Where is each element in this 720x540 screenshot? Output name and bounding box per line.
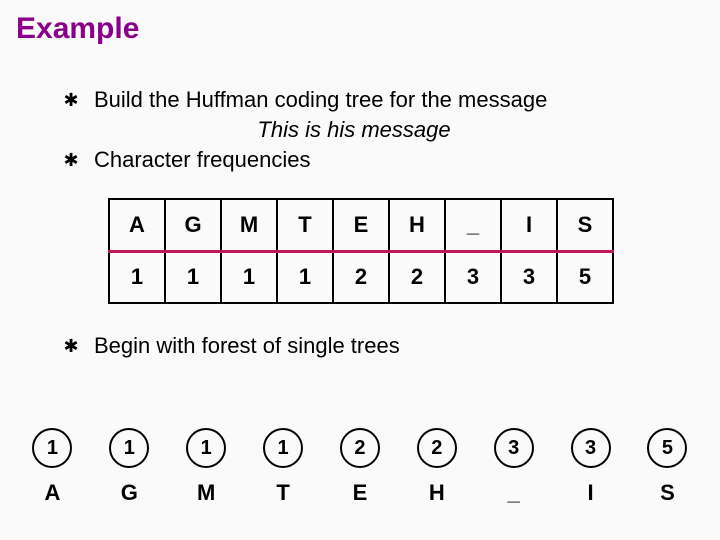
table-cell: M	[221, 199, 277, 251]
node-count: 5	[647, 428, 687, 468]
table-cell: _	[445, 199, 501, 251]
tree-node: 2 H	[402, 428, 472, 506]
bullet-list: ✱ Begin with forest of single trees	[62, 332, 708, 360]
tree-node: 1 A	[17, 428, 87, 506]
node-char: M	[197, 480, 215, 506]
node-char: S	[660, 480, 675, 506]
table-cell: 1	[165, 251, 221, 303]
table-cell: A	[109, 199, 165, 251]
table-cell: H	[389, 199, 445, 251]
table-cell: 2	[333, 251, 389, 303]
table-cell: 3	[501, 251, 557, 303]
asterisk-icon: ✱	[62, 146, 80, 174]
node-count: 1	[263, 428, 303, 468]
tree-node: 1 T	[248, 428, 318, 506]
asterisk-icon: ✱	[62, 86, 80, 114]
node-count: 3	[494, 428, 534, 468]
table-cell: E	[333, 199, 389, 251]
node-count: 3	[571, 428, 611, 468]
tree-node: 3 I	[556, 428, 626, 506]
forest-row: 1 A 1 G 1 M 1 T 2 E 2 H 3 _ 3 I 5 S	[0, 428, 720, 506]
tree-node: 1 M	[171, 428, 241, 506]
table-cell: 1	[109, 251, 165, 303]
table-cell: T	[277, 199, 333, 251]
table-cell: I	[501, 199, 557, 251]
table-row: A G M T E H _ I S	[109, 199, 613, 251]
table-cell: 1	[277, 251, 333, 303]
example-message: This is his message	[144, 116, 564, 144]
slide-title: Example	[16, 12, 708, 46]
table-cell: 3	[445, 251, 501, 303]
node-count: 1	[186, 428, 226, 468]
table-cell: 5	[557, 251, 613, 303]
bullet-text: Build the Huffman coding tree for the me…	[94, 86, 547, 114]
table-row: 1 1 1 1 2 2 3 3 5	[109, 251, 613, 303]
table-cell: S	[557, 199, 613, 251]
bullet-text: Begin with forest of single trees	[94, 332, 400, 360]
frequency-table: A G M T E H _ I S 1 1 1 1 2 2 3 3 5	[108, 198, 614, 304]
table-cell: G	[165, 199, 221, 251]
node-char: H	[429, 480, 445, 506]
table-cell: 1	[221, 251, 277, 303]
tree-node: 3 _	[479, 428, 549, 506]
tree-node: 1 G	[94, 428, 164, 506]
node-count: 1	[32, 428, 72, 468]
node-char: G	[121, 480, 138, 506]
node-count: 2	[340, 428, 380, 468]
node-char: A	[44, 480, 60, 506]
tree-node: 5 S	[632, 428, 702, 506]
bullet-item: ✱ Begin with forest of single trees	[62, 332, 708, 360]
node-count: 2	[417, 428, 457, 468]
tree-node: 2 E	[325, 428, 395, 506]
node-char: I	[588, 480, 594, 506]
node-char: E	[353, 480, 368, 506]
table-cell: 2	[389, 251, 445, 303]
bullet-list: ✱ Build the Huffman coding tree for the …	[62, 86, 708, 174]
node-char: _	[508, 480, 520, 506]
bullet-item: ✱ Character frequencies	[62, 146, 708, 174]
bullet-item: ✱ Build the Huffman coding tree for the …	[62, 86, 708, 114]
node-count: 1	[109, 428, 149, 468]
node-char: T	[276, 480, 289, 506]
asterisk-icon: ✱	[62, 332, 80, 360]
bullet-text: Character frequencies	[94, 146, 310, 174]
